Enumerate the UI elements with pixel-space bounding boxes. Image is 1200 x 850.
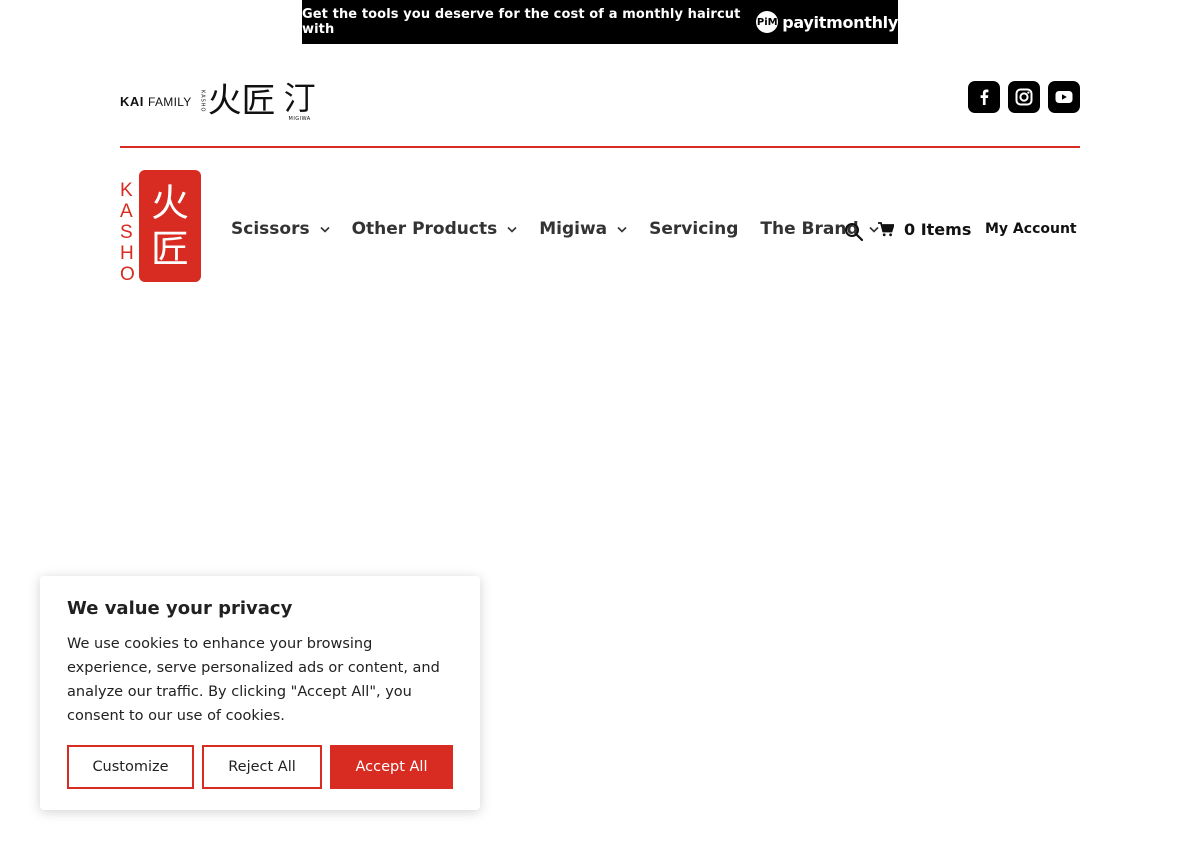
chevron-down-icon (617, 226, 627, 233)
nav-item-other-products[interactable]: Other Products (352, 219, 518, 239)
kasho-mini-logo: KASHO 火匠 (200, 81, 276, 121)
cookie-buttons: Customize Reject All Accept All (67, 745, 453, 789)
kai-text: KAI (120, 93, 144, 109)
nav-label: Servicing (649, 219, 739, 239)
kai-family-logo[interactable]: KAI FAMILY KASHO 火匠 汀 MIGIWA (120, 78, 316, 124)
payitmonthly-wordmark: payitmonthly (782, 12, 898, 32)
kanji-bottom: 匠 (150, 227, 189, 271)
cookie-title: We value your privacy (67, 598, 293, 619)
promo-text: Get the tools you deserve for the cost o… (302, 7, 741, 37)
main-nav: Scissors Other Products Migiwa Servicing… (231, 216, 901, 242)
family-text: FAMILY (148, 94, 192, 109)
nav-label: Scissors (231, 219, 310, 239)
cookie-consent-dialog: We value your privacy We use cookies to … (40, 576, 480, 810)
kasho-vertical-text: KASHO (199, 89, 206, 113)
cart-link[interactable]: 0 Items (878, 220, 971, 239)
chevron-down-icon (507, 226, 517, 233)
kasho-kanji-block: 火 匠 (139, 170, 201, 282)
migiwa-mini-logo: 汀 MIGIWA (284, 80, 316, 122)
migiwa-sub-text: MIGIWA (288, 116, 311, 122)
youtube-icon[interactable] (1048, 81, 1080, 113)
search-icon[interactable] (844, 222, 864, 242)
chevron-down-icon (320, 226, 330, 233)
reject-all-button[interactable]: Reject All (202, 745, 322, 789)
customize-button[interactable]: Customize (67, 745, 194, 789)
kasho-letters: K A S H O (120, 170, 136, 285)
nav-item-migiwa[interactable]: Migiwa (539, 219, 627, 239)
logo-letter: O (120, 264, 135, 285)
kasho-logo[interactable]: K A S H O 火 匠 (120, 170, 201, 285)
promo-banner[interactable]: Get the tools you deserve for the cost o… (302, 0, 898, 44)
kai-wordmark: KAI FAMILY (120, 94, 192, 109)
kasho-kanji: 火匠 (207, 81, 276, 121)
logo-letter: H (120, 243, 134, 264)
nav-label: Other Products (351, 219, 498, 239)
instagram-icon[interactable] (1008, 81, 1040, 113)
logo-letter: A (120, 201, 133, 222)
accept-all-button[interactable]: Accept All (330, 745, 453, 789)
kanji-top: 火 (150, 181, 189, 225)
logo-letter: S (120, 222, 133, 243)
payitmonthly-logo: PiM payitmonthly (756, 11, 898, 33)
payitmonthly-badge-icon: PiM (756, 11, 779, 33)
facebook-icon[interactable] (968, 81, 1000, 113)
cart-count-label: 0 Items (904, 220, 972, 239)
nav-item-scissors[interactable]: Scissors (231, 219, 330, 239)
cookie-body: We use cookies to enhance your browsing … (67, 636, 440, 724)
logo-letter: K (120, 180, 133, 201)
nav-label: Migiwa (539, 219, 608, 239)
migiwa-kanji: 汀 (283, 79, 316, 117)
social-links (968, 81, 1080, 113)
my-account-link[interactable]: My Account (985, 221, 1077, 237)
nav-item-servicing[interactable]: Servicing (649, 219, 738, 239)
header-divider (120, 146, 1080, 148)
cart-icon (878, 222, 894, 237)
